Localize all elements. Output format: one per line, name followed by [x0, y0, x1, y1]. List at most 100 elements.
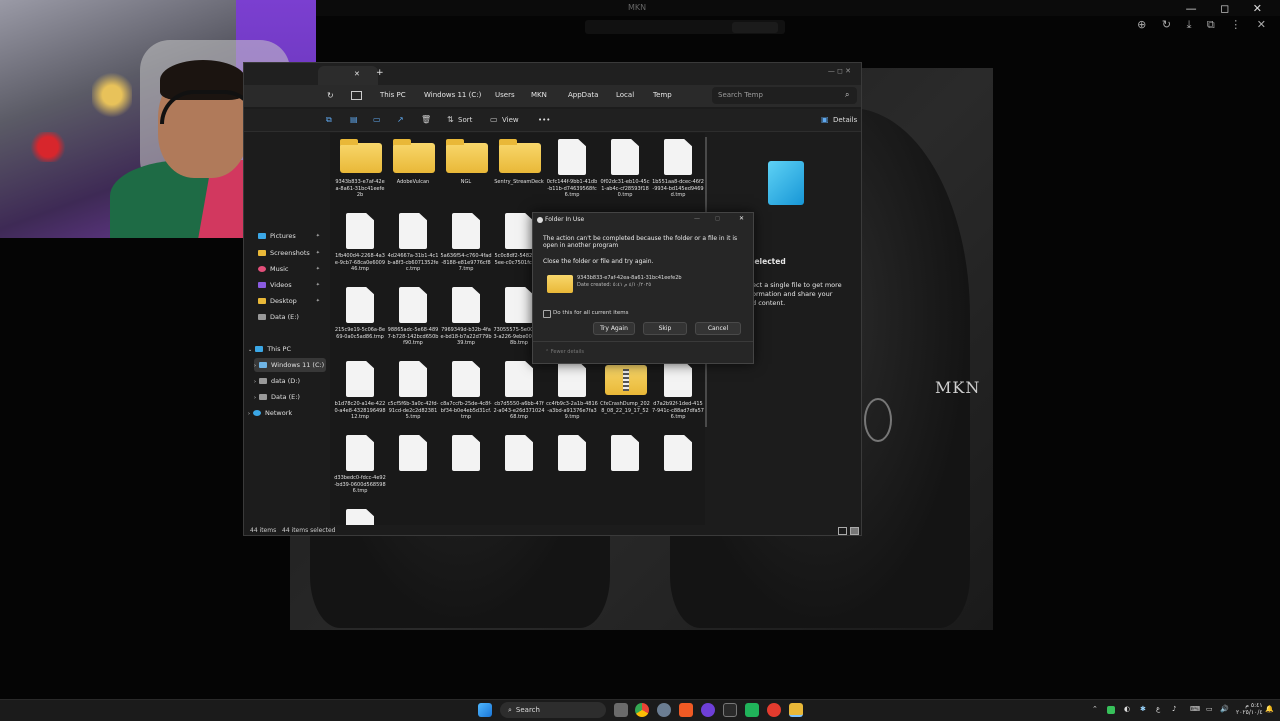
chrome-icon[interactable] [635, 703, 649, 717]
nav-item-music[interactable]: Music ✦ [258, 262, 322, 276]
breadcrumb-this-pc[interactable]: This PC [380, 91, 406, 99]
paste-icon[interactable]: ▤ [350, 115, 358, 124]
file-item[interactable]: 1b551aa8-dcec-46f2-9934-bd145ed9469d.tmp [652, 135, 704, 207]
notification-icon[interactable]: 🔔 [1265, 705, 1274, 713]
background-toolbar[interactable]: ⊕ ↻ ⤓ ⧉ ⋮ ✕ [1137, 18, 1272, 32]
nav-item-desktop[interactable]: Desktop ✦ [258, 294, 322, 308]
view-button[interactable]: View [502, 116, 519, 124]
terminal-icon[interactable] [723, 703, 737, 717]
file-item[interactable]: 1fb400d4-2268-4a3e-9cb7-68ca0e600946.tmp [334, 209, 386, 281]
search-icon[interactable]: ⌕ [845, 90, 849, 100]
large-icons-view-icon[interactable] [850, 527, 859, 535]
file-explorer-icon[interactable] [789, 703, 803, 717]
view-icon[interactable]: ▭ [490, 115, 498, 124]
cancel-button[interactable]: Cancel [695, 322, 741, 335]
refresh-icon[interactable]: ↻ [327, 91, 334, 100]
breadcrumb-users[interactable]: Users [495, 91, 515, 99]
breadcrumb-temp[interactable]: Temp [653, 91, 672, 99]
folder-item[interactable]: 9343b833-e7af-42ea-8a61-31bc41eefe2b [334, 135, 386, 207]
nav-item-data-e-drive[interactable]: › Data (E:) [254, 390, 326, 404]
tab-close-icon[interactable]: ✕ [354, 70, 360, 78]
share-icon[interactable]: ↗ [397, 115, 404, 124]
file-item[interactable] [652, 431, 704, 503]
file-item[interactable]: d7a2b92f-1ded-4157-941c-c88ad7dfa576.tmp [652, 357, 704, 429]
file-item[interactable]: 7969349d-b32b-4fae-bd18-b7a22d779b39.tmp [440, 283, 492, 355]
breadcrumb-appdata[interactable]: AppData [568, 91, 598, 99]
file-item[interactable]: 215c9e19-5c06a-8e69-0a0c5ad86.tmp [334, 283, 386, 355]
folder-item[interactable]: AdobeVulcan [387, 135, 439, 207]
sort-icon[interactable]: ⇅ [447, 115, 454, 124]
file-item[interactable]: 98865adc-5e68-4897-b728-142bcd650bf90.tm… [387, 283, 439, 355]
skip-button[interactable]: Skip [643, 322, 687, 335]
details-button[interactable]: Details [833, 116, 857, 124]
explorer-tab[interactable] [318, 66, 378, 85]
file-item[interactable] [493, 431, 545, 503]
nav-item-data-d[interactable]: › data (D:) [254, 374, 326, 388]
tray-keyboard-icon[interactable]: ع [1156, 705, 1160, 713]
nav-item-screenshots[interactable]: Screenshots ✦ [258, 246, 322, 260]
explorer-window-controls[interactable]: — ◻ ✕ [828, 67, 851, 75]
nav-item-network[interactable]: › Network [248, 406, 326, 420]
file-item[interactable]: 4d24667a-31b1-4c1b-a8f3-cb6071352fec.tmp [387, 209, 439, 281]
new-tab-button[interactable]: + [376, 68, 384, 78]
tray-app-icon[interactable] [1107, 706, 1115, 714]
fewer-details-toggle[interactable]: ⌃ Fewer details [545, 349, 584, 355]
tray-bluetooth-icon[interactable]: ✱ [1140, 705, 1146, 713]
folder-item[interactable]: NGL [440, 135, 492, 207]
file-item[interactable] [387, 431, 439, 503]
microphone-icon[interactable]: ♪ [1172, 705, 1176, 713]
start-button-icon[interactable] [478, 703, 492, 717]
nav-item-videos[interactable]: Videos ✦ [258, 278, 322, 292]
zip-item[interactable]: CfxCrashDump_2028_08_22_19_17_52 [599, 357, 651, 429]
folder-item[interactable]: Sentry_StreamDeck [493, 135, 545, 207]
sort-button[interactable]: Sort [458, 116, 472, 124]
file-item[interactable] [546, 431, 598, 503]
file-item[interactable]: 5a636f54-c760-4fad-8188-e81e9776cf87.tmp [440, 209, 492, 281]
search-input[interactable]: Search Temp [712, 87, 857, 104]
try-again-button[interactable]: Try Again [593, 322, 635, 335]
background-button[interactable] [732, 22, 778, 33]
file-item[interactable]: cb7d5550-a6bb-47f2-a043-e26d37102468.tmp [493, 357, 545, 429]
volume-icon[interactable]: 🔊 [1220, 705, 1229, 713]
file-item[interactable]: 0f02dc31-eb10-45c1-ab4c-cf28593f180.tmp [599, 135, 651, 207]
file-item[interactable]: c5cf5f6b-3a0c-42fd-91cd-de2c2d823815.tmp [387, 357, 439, 429]
nav-item-windows-c[interactable]: › Windows 11 (C:) [254, 358, 326, 372]
app-red-icon[interactable] [767, 703, 781, 717]
tray-app-icon-2[interactable]: ◐ [1124, 705, 1130, 713]
breadcrumb-local[interactable]: Local [616, 91, 634, 99]
taskbar-search-box[interactable]: ⌕ Search [500, 702, 606, 718]
rename-icon[interactable]: ▭ [373, 115, 381, 124]
app-green-icon[interactable] [745, 703, 759, 717]
dialog-maximize-button[interactable]: ◻ [715, 215, 720, 222]
delete-icon[interactable]: 🗑 [421, 115, 431, 124]
breadcrumb-mkn[interactable]: MKN [531, 91, 547, 99]
more-options-button[interactable]: ••• [538, 116, 550, 124]
file-item[interactable]: 0cfc144f-9bb1-41db-b11b-d74639568fc6.tmp [546, 135, 598, 207]
brave-icon[interactable] [679, 703, 693, 717]
discord-icon[interactable] [701, 703, 715, 717]
details-view-icon[interactable] [838, 527, 847, 535]
dialog-minimize-button[interactable]: — [694, 215, 700, 222]
nav-item-data-e[interactable]: Data (E:) [258, 310, 322, 324]
copy-icon[interactable]: ⧉ [326, 115, 332, 125]
tray-overflow-icon[interactable]: ⌃ [1092, 705, 1098, 713]
file-item[interactable]: c8a7ccfb-25de-4c8f-bf34-b0e4eb5d31cf.tmp [440, 357, 492, 429]
network-icon[interactable]: ▭ [1206, 705, 1213, 713]
task-view-icon[interactable] [614, 703, 628, 717]
file-item[interactable]: d33bedc0-fdcc-4e92-bd39-0600d5685986.tmp [334, 431, 386, 503]
breadcrumb-windows-c[interactable]: Windows 11 (C:) [424, 91, 481, 99]
settings-icon[interactable] [657, 703, 671, 717]
file-item[interactable] [334, 505, 386, 525]
file-item[interactable]: b1d78c20-a14e-4220-a4e8-432819649812.tmp [334, 357, 386, 429]
clock[interactable]: ٥:٤١ م ٢٠٢٥/١٠/٤ [1236, 702, 1263, 716]
details-pane-icon[interactable]: ▣ [821, 115, 829, 124]
file-item[interactable] [440, 431, 492, 503]
do-for-all-checkbox[interactable] [543, 310, 551, 318]
file-item[interactable]: cc4fb9c3-2a1b-4816-a3bd-a91376e7fa39.tmp [546, 357, 598, 429]
background-window-controls[interactable]: — ◻ ✕ [1186, 2, 1272, 15]
file-item[interactable] [599, 431, 651, 503]
tray-app-icon-3[interactable]: ⌨ [1190, 705, 1200, 713]
nav-item-pictures[interactable]: Pictures ✦ [258, 229, 322, 243]
dialog-close-button[interactable]: ✕ [739, 215, 744, 222]
nav-item-this-pc[interactable]: ⌄ This PC [248, 342, 326, 356]
